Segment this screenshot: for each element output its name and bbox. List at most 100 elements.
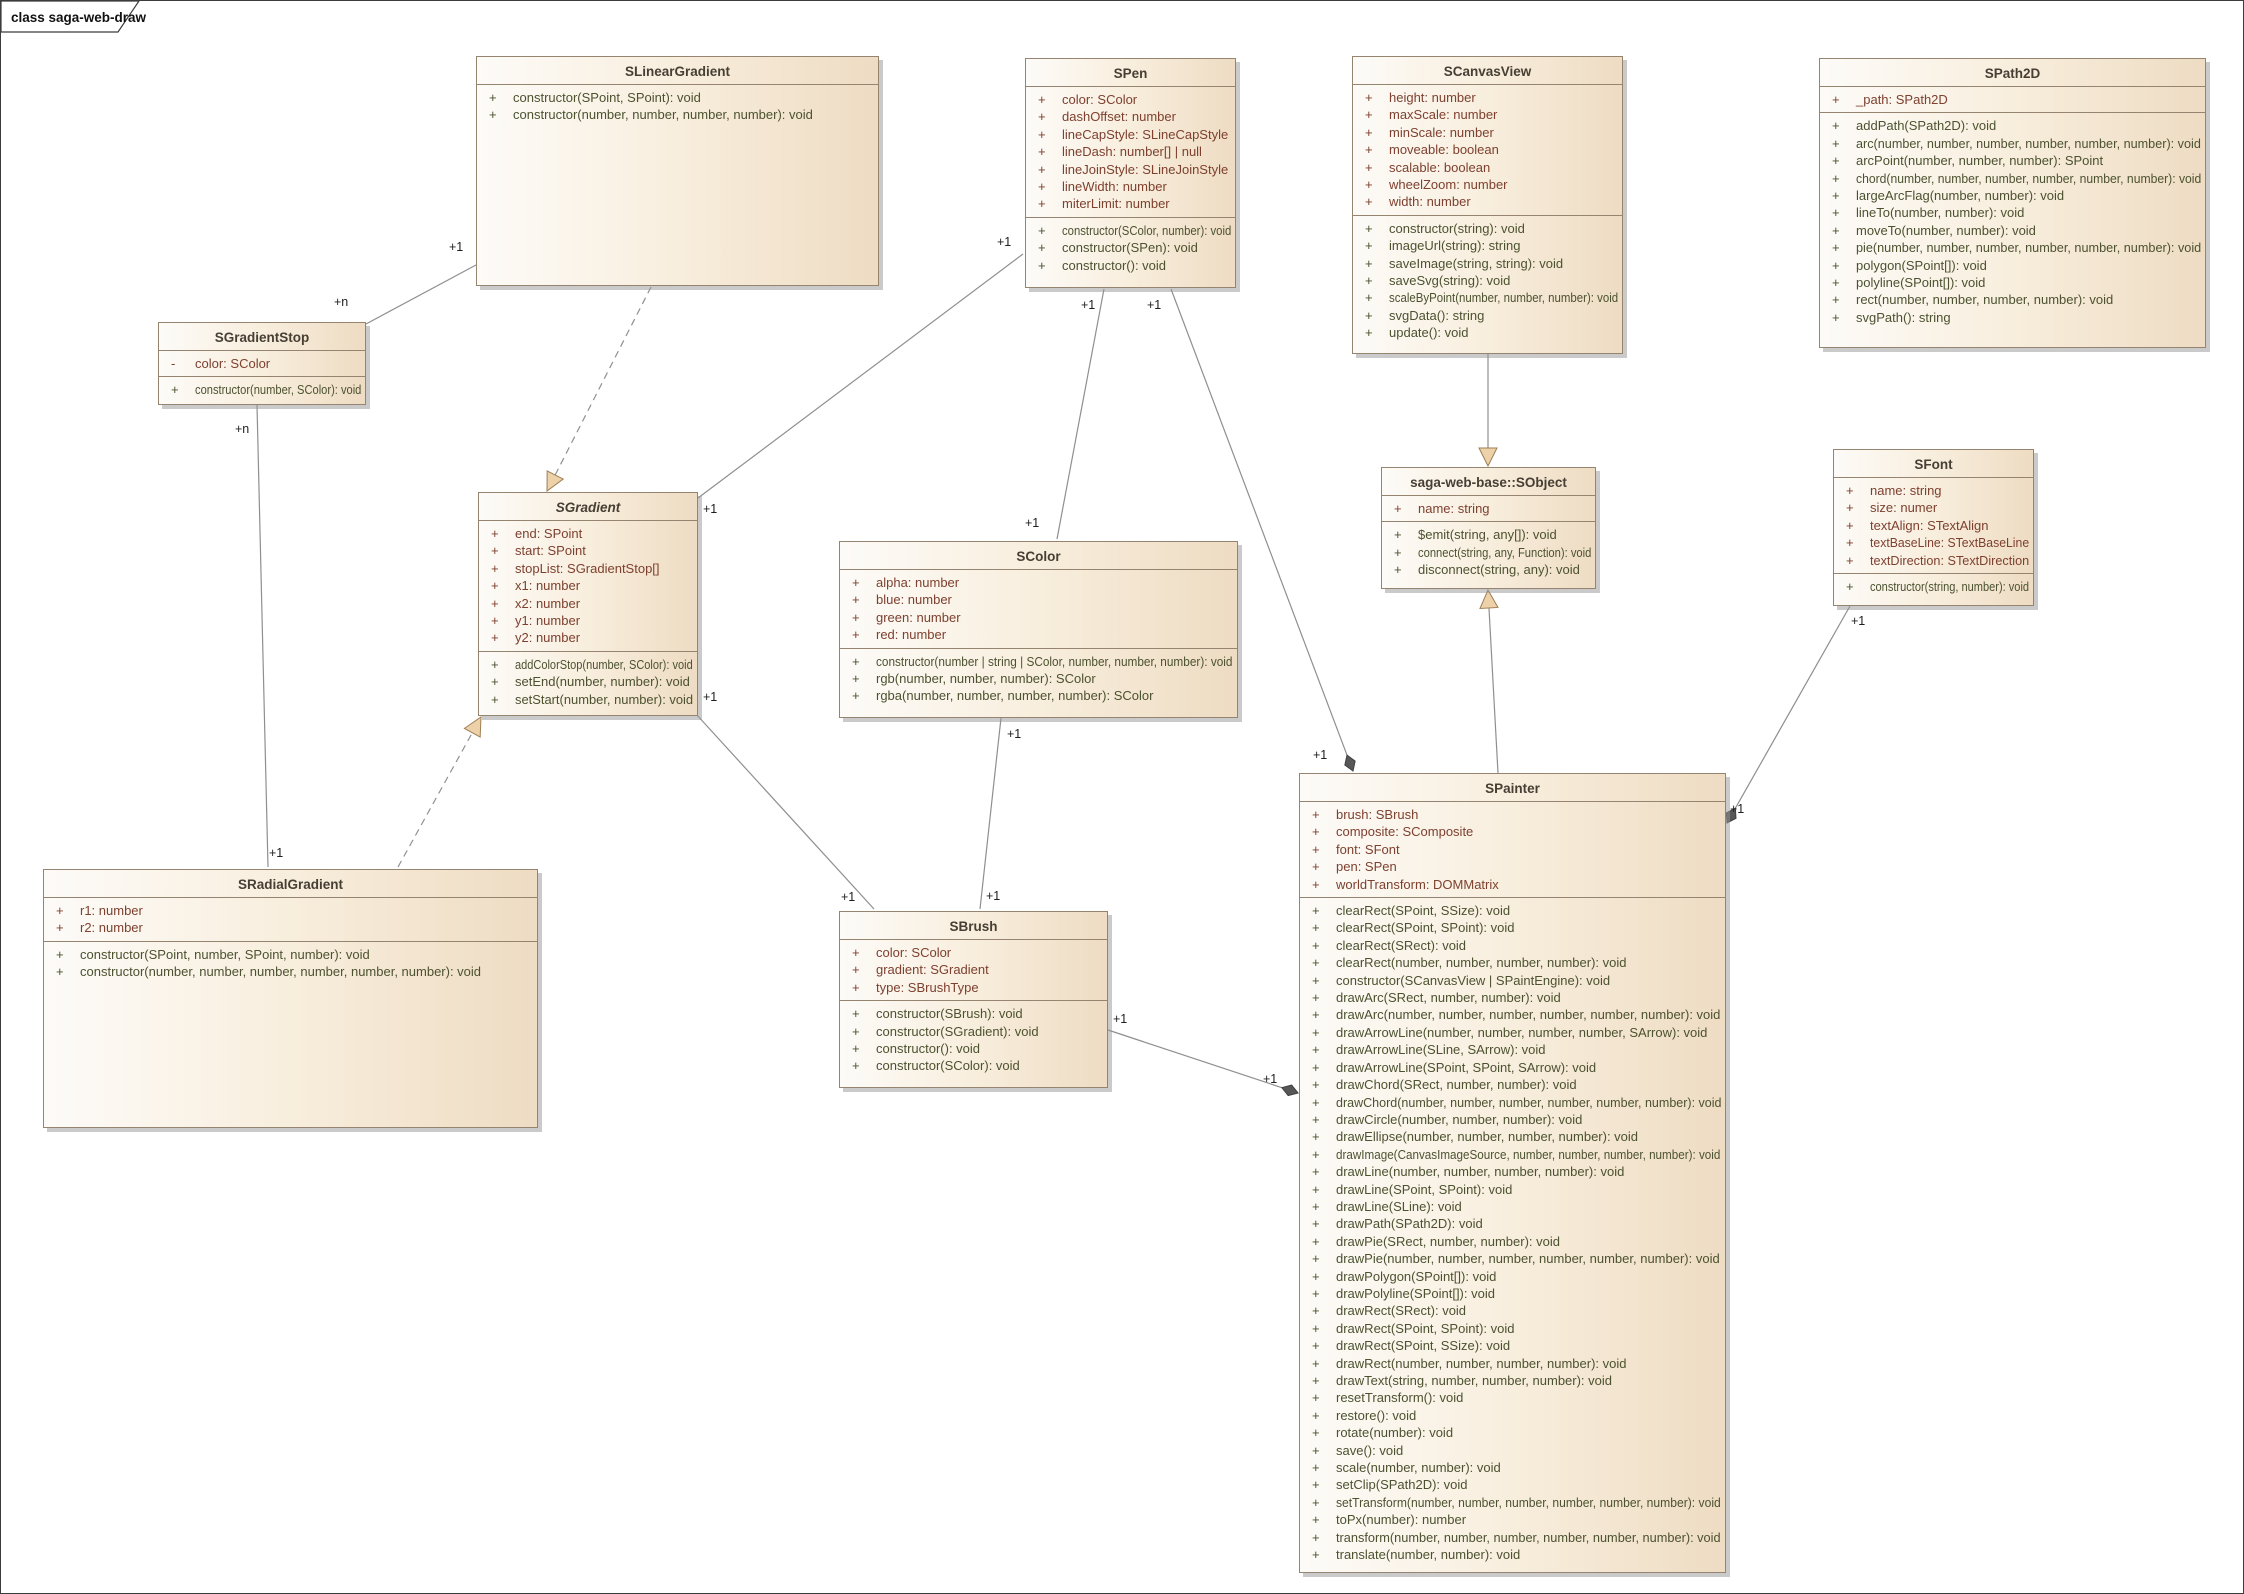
- multiplicity-label: +1: [997, 235, 1011, 249]
- member-text: alpha: number: [876, 574, 959, 591]
- class-title: SPainter: [1300, 774, 1725, 801]
- method-row: +toPx(number): number: [1300, 1511, 1723, 1528]
- attributes-compartment: +name: string+size: numer+textAlign: STe…: [1834, 477, 2033, 573]
- member-text: polygon(SPoint[]): void: [1856, 257, 1987, 274]
- methods-compartment: +constructor(SPoint, SPoint): void+const…: [477, 84, 878, 285]
- visibility-sign: +: [1038, 91, 1046, 108]
- visibility-sign: +: [1832, 170, 1840, 187]
- edge-gradient-brush[interactable]: +1+1: [696, 690, 874, 909]
- visibility-sign: +: [489, 106, 497, 123]
- member-text: largeArcFlag(number, number): void: [1856, 187, 2064, 204]
- class-box-scanvasview[interactable]: SCanvasView+height: number+maxScale: num…: [1352, 56, 1623, 354]
- class-title: SBrush: [840, 912, 1107, 939]
- member-text: drawImage(CanvasImageSource, number, num…: [1336, 1146, 1720, 1163]
- visibility-sign: +: [1312, 1546, 1320, 1563]
- edge-canvasview-sobject-generalization[interactable]: [1479, 354, 1497, 466]
- member-text: wheelZoom: number: [1389, 176, 1508, 193]
- member-text: drawRect(SPoint, SPoint): void: [1336, 1320, 1514, 1337]
- member-text: constructor(string): void: [1389, 220, 1525, 237]
- methods-compartment: +$emit(string, any[]): void+connect(stri…: [1382, 521, 1595, 588]
- member-text: x1: number: [515, 577, 580, 594]
- member-text: rotate(number): void: [1336, 1424, 1453, 1441]
- method-row: +constructor(SPoint, number, SPoint, num…: [44, 946, 535, 963]
- member-text: chord(number, number, number, number, nu…: [1856, 170, 2201, 187]
- class-box-spath2d[interactable]: SPath2D+_path: SPath2D+addPath(SPath2D):…: [1819, 58, 2206, 348]
- edge-font-painter-composition[interactable]: +1+1: [1726, 606, 1865, 823]
- multiplicity-label: +1: [1007, 727, 1021, 741]
- attribute-row: +composite: SComposite: [1300, 823, 1723, 840]
- member-text: start: SPoint: [515, 542, 586, 559]
- visibility-sign: +: [491, 629, 499, 646]
- member-text: brush: SBrush: [1336, 806, 1418, 823]
- edge-gradientstop-lineargradient[interactable]: +n+1: [334, 240, 476, 324]
- visibility-sign: +: [1365, 324, 1373, 341]
- multiplicity-label: +1: [841, 890, 855, 904]
- method-row: +drawRect(SPoint, SSize): void: [1300, 1337, 1723, 1354]
- method-row: +rgba(number, number, number, number): S…: [840, 687, 1235, 704]
- member-text: clearRect(SRect): void: [1336, 937, 1466, 954]
- multiplicity-label: +n: [235, 422, 249, 436]
- method-row: +scaleByPoint(number, number, number): v…: [1353, 289, 1620, 306]
- visibility-sign: +: [852, 591, 860, 608]
- member-text: clearRect(SPoint, SPoint): void: [1336, 919, 1514, 936]
- visibility-sign: +: [491, 595, 499, 612]
- multiplicity-label: +1: [1851, 614, 1865, 628]
- visibility-sign: +: [1312, 1459, 1320, 1476]
- class-box-sgradientstop[interactable]: SGradientStop-color: SColor+constructor(…: [158, 322, 366, 405]
- member-text: setTransform(number, number, number, num…: [1336, 1494, 1721, 1511]
- method-row: +drawPie(number, number, number, number,…: [1300, 1250, 1723, 1267]
- member-text: drawText(string, number, number, number)…: [1336, 1372, 1612, 1389]
- attribute-row: +y1: number: [479, 612, 695, 629]
- visibility-sign: +: [852, 609, 860, 626]
- member-text: constructor(SGradient): void: [876, 1023, 1039, 1040]
- member-text: clearRect(number, number, number, number…: [1336, 954, 1626, 971]
- method-row: +drawArc(number, number, number, number,…: [1300, 1006, 1723, 1023]
- method-row: +moveTo(number, number): void: [1820, 222, 2203, 239]
- method-row: +constructor(number | string | SColor, n…: [840, 653, 1235, 670]
- attribute-row: +brush: SBrush: [1300, 806, 1723, 823]
- class-box-sbrush[interactable]: SBrush+color: SColor+gradient: SGradient…: [839, 911, 1108, 1088]
- visibility-sign: +: [1312, 1128, 1320, 1145]
- visibility-sign: +: [1312, 1442, 1320, 1459]
- edge-painter-sobject-generalization[interactable]: [1480, 590, 1498, 773]
- diagram-frame-tab: class saga-web-draw: [1, 1, 201, 41]
- visibility-sign: +: [1312, 1163, 1320, 1180]
- visibility-sign: +: [1312, 902, 1320, 919]
- edge-color-brush[interactable]: +1+1: [980, 718, 1021, 909]
- attribute-row: +color: SColor: [840, 944, 1105, 961]
- visibility-sign: +: [1312, 1320, 1320, 1337]
- generalization-triangle-icon: [547, 471, 563, 491]
- member-text: textBaseLine: STextBaseLine: [1870, 534, 2029, 551]
- method-row: +rgb(number, number, number): SColor: [840, 670, 1235, 687]
- class-box-scolor[interactable]: SColor+alpha: number+blue: number+green:…: [839, 541, 1238, 718]
- methods-compartment: +constructor(SBrush): void+constructor(S…: [840, 1000, 1107, 1087]
- generalization-triangle-icon: [1480, 590, 1498, 608]
- member-text: svgData(): string: [1389, 307, 1484, 324]
- member-text: stopList: SGradientStop[]: [515, 560, 660, 577]
- method-row: +drawArrowLine(SLine, SArrow): void: [1300, 1041, 1723, 1058]
- member-text: constructor(string, number): void: [1870, 578, 2029, 595]
- method-row: +pie(number, number, number, number, num…: [1820, 239, 2203, 256]
- attribute-row: +size: numer: [1834, 499, 2031, 516]
- method-row: +saveSvg(string): void: [1353, 272, 1620, 289]
- edge-lineargradient-gradient-generalization[interactable]: [547, 287, 651, 491]
- visibility-sign: +: [1038, 161, 1046, 178]
- class-box-saga-web-base-sobject[interactable]: saga-web-base::SObject+name: string+$emi…: [1381, 467, 1596, 589]
- visibility-sign: +: [852, 1005, 860, 1022]
- class-box-sradialgradient[interactable]: SRadialGradient+r1: number+r2: number+co…: [43, 869, 538, 1128]
- attribute-row: +width: number: [1353, 193, 1620, 210]
- edge-line: [555, 287, 651, 475]
- edge-pen-color[interactable]: +1+1: [1025, 289, 1104, 539]
- edge-gradientstop-radialgradient[interactable]: +n+1: [235, 405, 283, 867]
- edge-radialgradient-gradient-generalization[interactable]: [398, 717, 481, 867]
- visibility-sign: +: [852, 944, 860, 961]
- class-box-spen[interactable]: SPen+color: SColor+dashOffset: number+li…: [1025, 58, 1236, 288]
- class-box-slineargradient[interactable]: SLinearGradient+constructor(SPoint, SPoi…: [476, 56, 879, 286]
- edge-brush-painter-composition[interactable]: +1+1: [1108, 1012, 1298, 1096]
- member-text: drawLine(number, number, number, number)…: [1336, 1163, 1624, 1180]
- class-box-sgradient[interactable]: SGradient+end: SPoint+start: SPoint+stop…: [478, 492, 698, 716]
- visibility-sign: +: [1312, 1041, 1320, 1058]
- attribute-row: +r2: number: [44, 919, 535, 936]
- class-box-spainter[interactable]: SPainter+brush: SBrush+composite: SCompo…: [1299, 773, 1726, 1573]
- class-box-sfont[interactable]: SFont+name: string+size: numer+textAlign…: [1833, 449, 2034, 606]
